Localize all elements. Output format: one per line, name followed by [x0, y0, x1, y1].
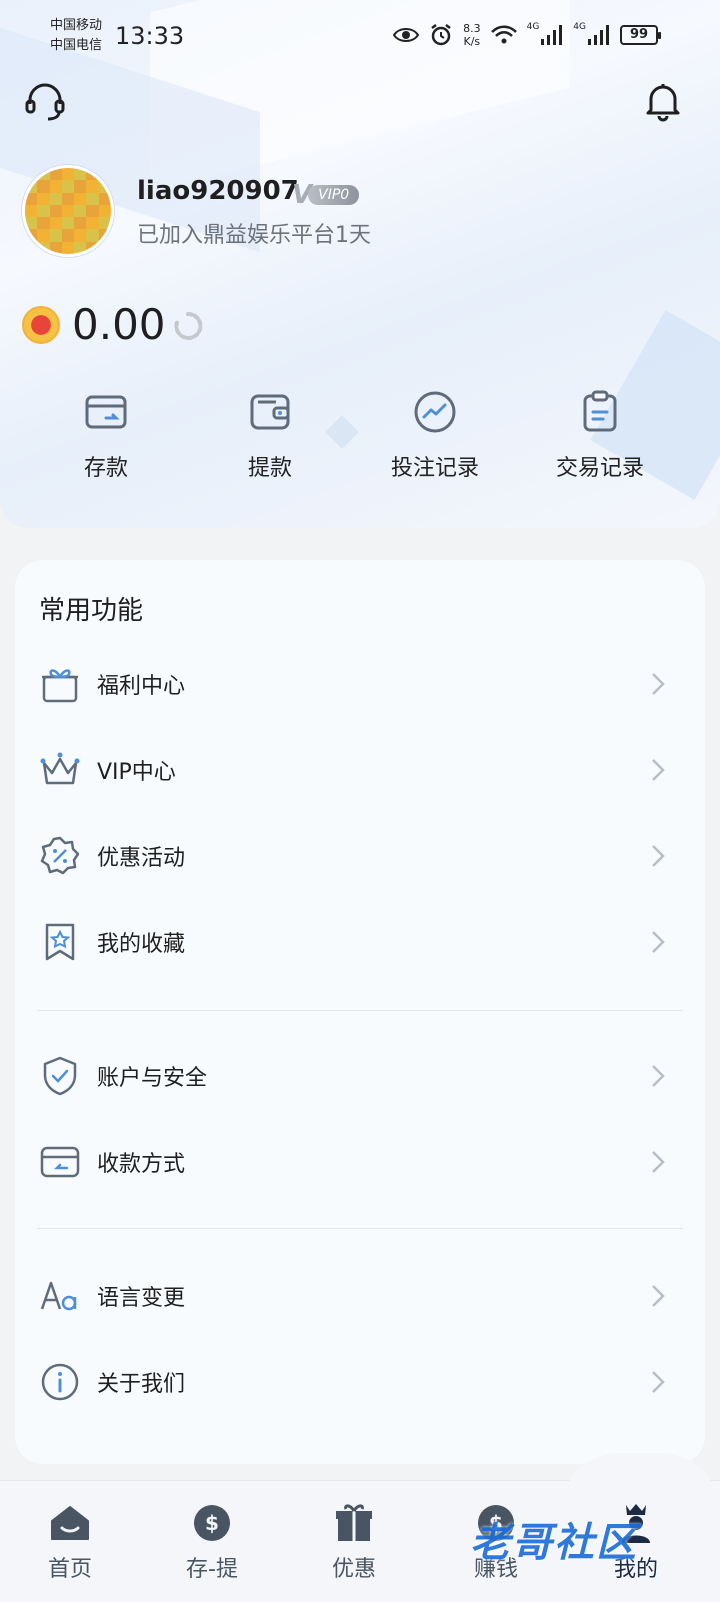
chevron-right-icon — [652, 1371, 665, 1393]
vip-badge[interactable]: V VIP0 — [292, 180, 360, 210]
menu-about-us[interactable]: 关于我们 — [15, 1342, 705, 1422]
crown-icon — [40, 752, 80, 785]
menu-payment-method[interactable]: 收款方式 — [15, 1122, 705, 1202]
bet-record-button[interactable]: 投注记录 — [365, 388, 505, 482]
gift-icon — [42, 669, 78, 703]
deposit-label: 存款 — [83, 456, 128, 481]
deposit-button[interactable]: 存款 — [36, 388, 176, 482]
common-functions-card: 常用功能 福利中心 VIP中心 优惠活动 我的收藏 账户与安全 收款方式 语言变… — [15, 560, 705, 1464]
bell-icon[interactable] — [642, 80, 684, 122]
clipboard-icon — [583, 390, 617, 432]
username: liao920907 — [137, 176, 299, 206]
info-icon — [41, 1363, 79, 1401]
deposit-card-icon — [85, 395, 127, 429]
trend-icon — [414, 391, 456, 433]
menu-label: VIP中心 — [97, 760, 176, 785]
menu-label: 语言变更 — [97, 1286, 186, 1311]
carrier-2: 中国电信 — [50, 38, 103, 53]
menu-vip-center[interactable]: VIP中心 — [15, 730, 705, 810]
chevron-right-icon — [652, 759, 665, 781]
menu-promotions[interactable]: 优惠活动 — [15, 816, 705, 896]
shield-check-icon — [43, 1056, 77, 1096]
gift-box-icon — [336, 1504, 372, 1541]
menu-label: 账户与安全 — [97, 1066, 208, 1091]
network-type-1: 4G — [526, 22, 540, 32]
eye-icon — [393, 28, 420, 42]
withdraw-button[interactable]: 提款 — [200, 388, 340, 482]
divider — [37, 1228, 683, 1229]
vip-level: VIP0 — [308, 185, 360, 205]
signal-icon-2 — [588, 25, 609, 45]
bookmark-star-icon — [45, 923, 75, 961]
discount-badge-icon — [40, 836, 80, 875]
home-icon — [51, 1506, 89, 1540]
balance-amount: 0.00 — [72, 300, 166, 349]
headset-icon[interactable] — [24, 80, 66, 122]
watermark: 老哥社区 — [470, 1520, 638, 1566]
nav-promotions[interactable]: 优惠 — [304, 1501, 404, 1583]
font-size-icon — [40, 1281, 77, 1311]
divider — [37, 1010, 683, 1011]
transaction-record-label: 交易记录 — [555, 456, 644, 481]
menu-welfare-center[interactable]: 福利中心 — [15, 644, 705, 724]
status-time: 13:33 — [115, 22, 185, 50]
carrier-info: 中国移动 中国电信 — [50, 16, 102, 56]
chevron-right-icon — [652, 1151, 665, 1173]
network-type-2: 4G — [573, 22, 586, 32]
net-speed: 8.3 K/s — [463, 22, 481, 48]
nav-deposit-withdraw[interactable]: $ 存-提 — [162, 1501, 262, 1583]
menu-label: 我的收藏 — [97, 932, 186, 957]
chevron-right-icon — [652, 1285, 665, 1307]
menu-label: 优惠活动 — [97, 846, 186, 871]
menu-label: 收款方式 — [97, 1152, 186, 1177]
alarm-icon — [431, 24, 451, 46]
menu-language[interactable]: 语言变更 — [15, 1256, 705, 1336]
wifi-icon — [490, 25, 517, 44]
withdraw-label: 提款 — [247, 456, 292, 481]
battery-icon: 99 — [620, 25, 661, 45]
transaction-record-button[interactable]: 交易记录 — [530, 388, 670, 482]
coin-icon — [22, 306, 60, 344]
chevron-right-icon — [652, 1065, 665, 1087]
card-title: 常用功能 — [39, 596, 144, 626]
menu-label: 关于我们 — [97, 1372, 186, 1397]
signal-icon-1 — [541, 25, 563, 45]
net-speed-unit: K/s — [463, 35, 481, 48]
avatar[interactable] — [22, 165, 114, 257]
chevron-right-icon — [652, 931, 665, 953]
chevron-right-icon — [652, 845, 665, 867]
refresh-icon[interactable] — [172, 310, 204, 342]
menu-label: 福利中心 — [97, 674, 186, 699]
bet-record-label: 投注记录 — [390, 456, 479, 481]
nav-home[interactable]: 首页 — [20, 1501, 120, 1583]
status-icons: 8.3 K/s 4G 4G 99 — [393, 22, 661, 48]
carrier-1: 中国移动 — [50, 18, 103, 33]
exchange-icon: $ — [194, 1503, 230, 1541]
wallet-icon — [250, 394, 290, 430]
chevron-right-icon — [652, 673, 665, 695]
joined-text: 已加入鼎益娱乐平台1天 — [137, 223, 371, 248]
menu-account-security[interactable]: 账户与安全 — [15, 1036, 705, 1116]
nav-label: 优惠 — [331, 1557, 376, 1582]
menu-my-favorites[interactable]: 我的收藏 — [15, 902, 705, 982]
card-icon — [40, 1146, 80, 1178]
nav-label: 首页 — [47, 1557, 92, 1582]
svg-text:$: $ — [205, 1511, 219, 1535]
nav-label: 存-提 — [186, 1557, 238, 1582]
net-speed-value: 8.3 — [463, 22, 481, 35]
status-bar: 中国移动 中国电信 13:33 8.3 K/s 4G 4G 99 — [0, 0, 720, 70]
